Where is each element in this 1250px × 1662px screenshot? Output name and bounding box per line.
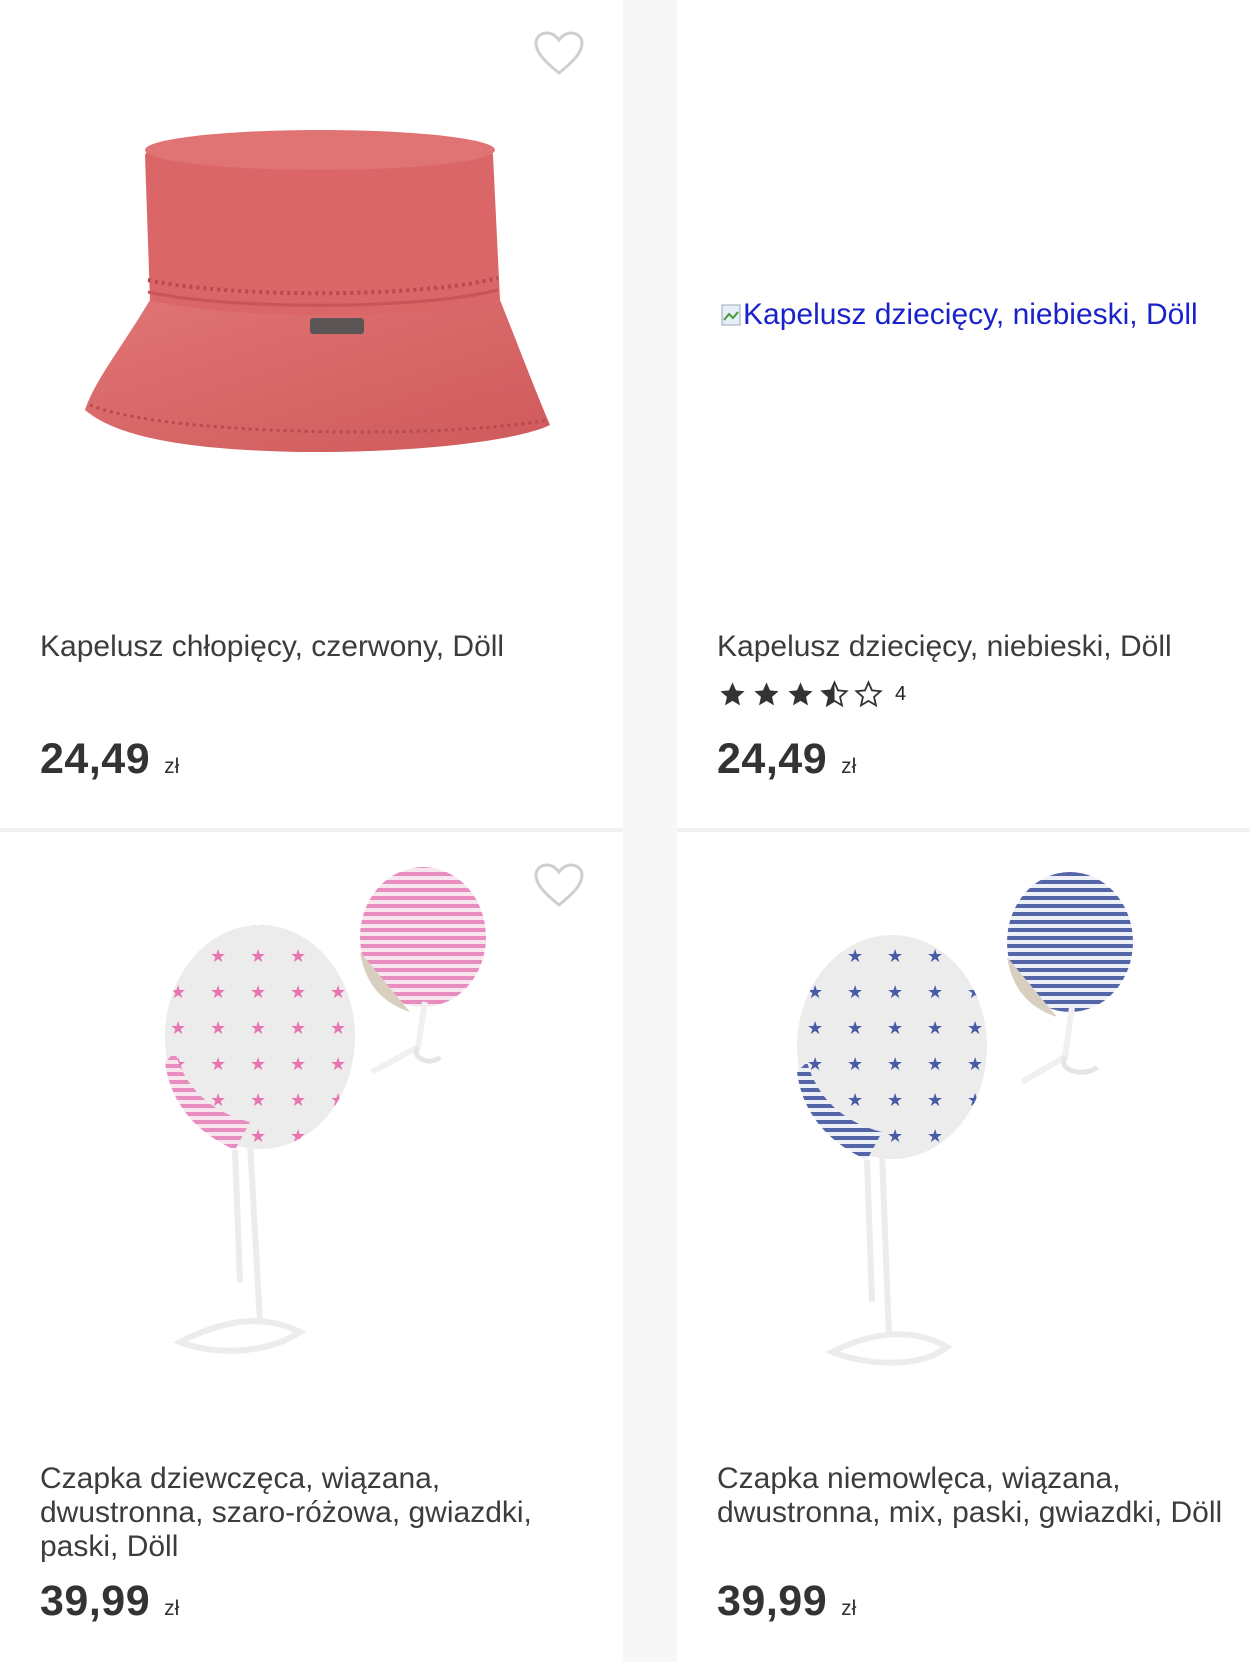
blue-star-baby-cap-image: ★	[797, 872, 1133, 1366]
product-image[interactable]	[0, 0, 623, 560]
price-amount: 24,49	[40, 735, 151, 783]
star-half-icon	[820, 680, 849, 708]
product-card[interactable]: ★ Czapka dziewczęca, wiązana, dwustronna…	[0, 832, 623, 1662]
broken-image-alt[interactable]: Kapelusz dziecięcy, niebieski, Döll	[721, 298, 1198, 332]
product-image[interactable]: Kapelusz dziecięcy, niebieski, Döll	[677, 0, 1250, 560]
price-currency: zł	[164, 1597, 180, 1620]
product-image[interactable]: ★	[677, 832, 1250, 1392]
product-card[interactable]: Kapelusz dziecięcy, niebieski, Döll Kape…	[677, 0, 1250, 828]
red-bucket-hat-image	[85, 130, 550, 453]
product-price: 24,49 zł	[717, 735, 856, 784]
pink-star-baby-cap-image: ★	[165, 867, 486, 1354]
product-title[interactable]: Czapka niemowlęca, wiązana, dwustronna, …	[717, 1462, 1250, 1530]
price-currency: zł	[164, 755, 180, 778]
price-amount: 39,99	[40, 1577, 151, 1625]
price-amount: 39,99	[717, 1577, 828, 1625]
product-card[interactable]: ★ Czapka niemowlęca, wiązana, dwustronna…	[677, 832, 1250, 1662]
image-alt-text: Kapelusz dziecięcy, niebieski, Döll	[743, 298, 1198, 331]
star-full-icon	[754, 682, 779, 706]
product-title[interactable]: Kapelusz chłopięcy, czerwony, Döll	[40, 630, 603, 664]
star-full-icon	[720, 682, 745, 706]
rating-count: 4	[895, 683, 907, 705]
product-title[interactable]: Czapka dziewczęca, wiązana, dwustronna, …	[40, 1462, 603, 1564]
product-price: 39,99 zł	[40, 1577, 179, 1626]
product-card[interactable]: Kapelusz chłopięcy, czerwony, Döll 24,49…	[0, 0, 623, 828]
brand-tag	[310, 318, 364, 334]
product-image[interactable]: ★	[0, 832, 623, 1392]
product-price: 39,99 zł	[717, 1577, 856, 1626]
product-title[interactable]: Kapelusz dziecięcy, niebieski, Döll	[717, 630, 1250, 664]
star-full-icon	[788, 682, 813, 706]
product-price: 24,49 zł	[40, 735, 179, 784]
broken-image-icon	[721, 304, 741, 326]
price-currency: zł	[841, 755, 857, 778]
price-currency: zł	[841, 1597, 857, 1620]
price-amount: 24,49	[717, 735, 828, 783]
grid-gutter	[623, 0, 677, 1662]
rating-stars: 4	[717, 680, 906, 709]
star-empty-icon	[854, 680, 883, 708]
